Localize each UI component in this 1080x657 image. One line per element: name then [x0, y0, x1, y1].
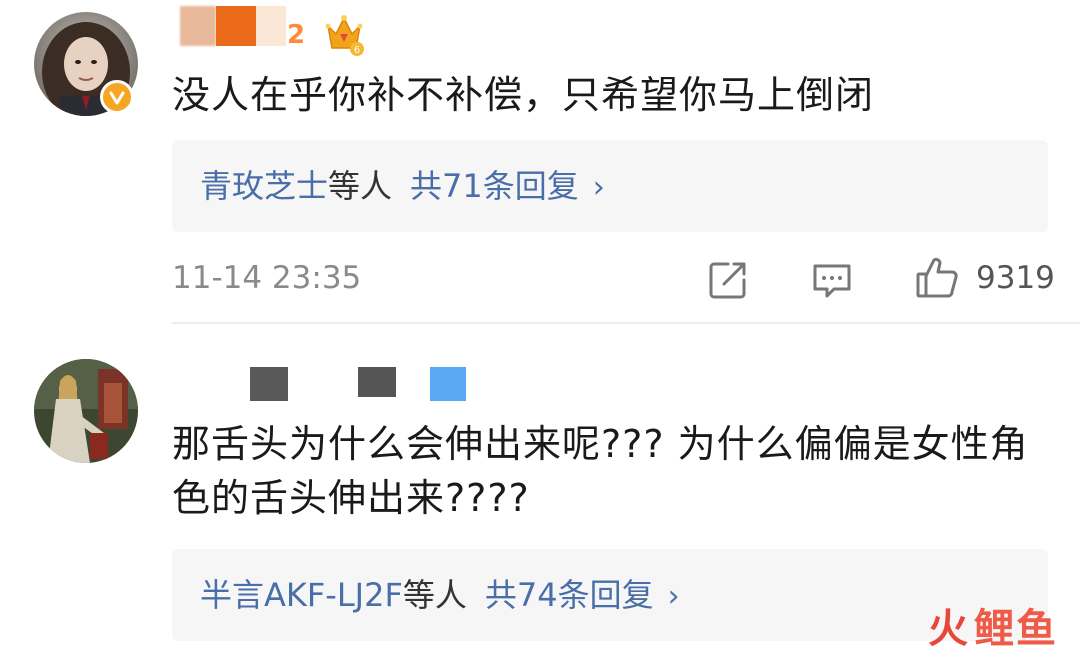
redaction-block: [180, 6, 216, 46]
redaction-block: [250, 367, 288, 401]
username-fragment: 2: [287, 20, 306, 50]
verified-badge-icon: [100, 80, 134, 114]
chevron-right-icon: ›: [592, 170, 605, 205]
redaction-block: [256, 6, 286, 46]
comment-text: 那舌头为什么会伸出来呢??? 为什么偏偏是女性角色的舌头伸出来????: [172, 422, 1029, 520]
reply-preview[interactable]: 半言AKF-LJ2F等人 共74条回复 ›: [172, 549, 1048, 641]
share-icon[interactable]: [706, 258, 750, 302]
reply-suffix: 等人: [328, 167, 393, 205]
like-icon[interactable]: [914, 254, 960, 300]
badge-level: 6: [354, 45, 360, 56]
reply-preview[interactable]: 青玫芝士等人 共71条回复 ›: [172, 140, 1048, 232]
reply-suffix: 等人: [402, 576, 467, 614]
like-count: 9319: [976, 260, 1055, 296]
reply-count-link[interactable]: 共74条回复: [485, 576, 654, 614]
comment-text: 没人在乎你补不补偿，只希望你马上倒闭: [172, 73, 875, 117]
avatar-image: [34, 359, 138, 463]
chevron-right-icon: ›: [667, 579, 680, 614]
comment-item: 2 6 没人在乎你补不补偿，只希望你马上倒闭 青玫芝士等人 共71条回复 › 1…: [0, 0, 1080, 325]
redaction-block: [430, 367, 466, 401]
redaction-block: [358, 367, 396, 397]
reply-count-link[interactable]: 共71条回复: [410, 167, 579, 205]
watermark-fire: 火: [928, 606, 968, 652]
crown-icon: 6: [324, 12, 364, 56]
avatar[interactable]: [34, 359, 138, 463]
divider: [172, 322, 1080, 324]
redaction-block: [216, 6, 256, 46]
timestamp: 11-14 23:35: [172, 260, 362, 296]
reply-usernames[interactable]: 青玫芝士: [200, 167, 328, 205]
comment-meta: 11-14 23:35 9319: [172, 252, 1055, 302]
reply-usernames[interactable]: 半言AKF-LJ2F: [200, 576, 403, 614]
watermark-text: 鲤鱼: [974, 606, 1058, 652]
watermark-logo: 火 鲤鱼: [928, 601, 1058, 652]
comment-feed: 2 6 没人在乎你补不补偿，只希望你马上倒闭 青玫芝士等人 共71条回复 › 1…: [0, 0, 1080, 657]
comment-item: 那舌头为什么会伸出来呢??? 为什么偏偏是女性角色的舌头伸出来???? 半言AK…: [0, 325, 1080, 657]
comment-icon[interactable]: [810, 258, 854, 302]
